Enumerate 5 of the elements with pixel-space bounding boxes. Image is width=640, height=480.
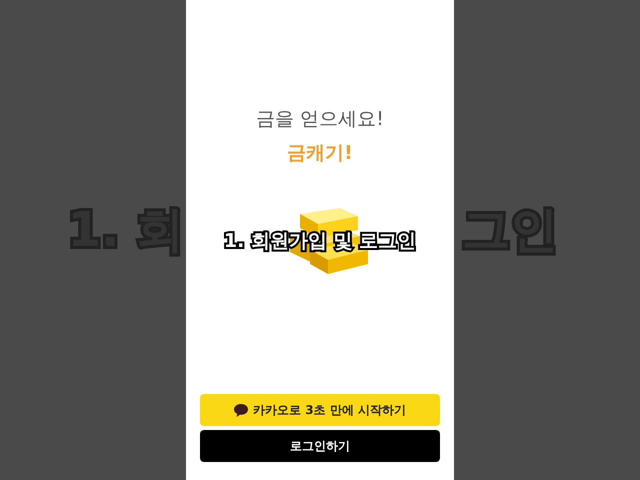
brand-name: 금캐기! [286, 141, 354, 166]
kakao-start-button[interactable]: 카카오로 3초 만에 시작하기 [200, 394, 440, 426]
login-button[interactable]: 로그인하기 [200, 430, 440, 462]
speech-bubble-icon [234, 404, 248, 416]
headline: 금을 얻으세요! [256, 107, 384, 132]
